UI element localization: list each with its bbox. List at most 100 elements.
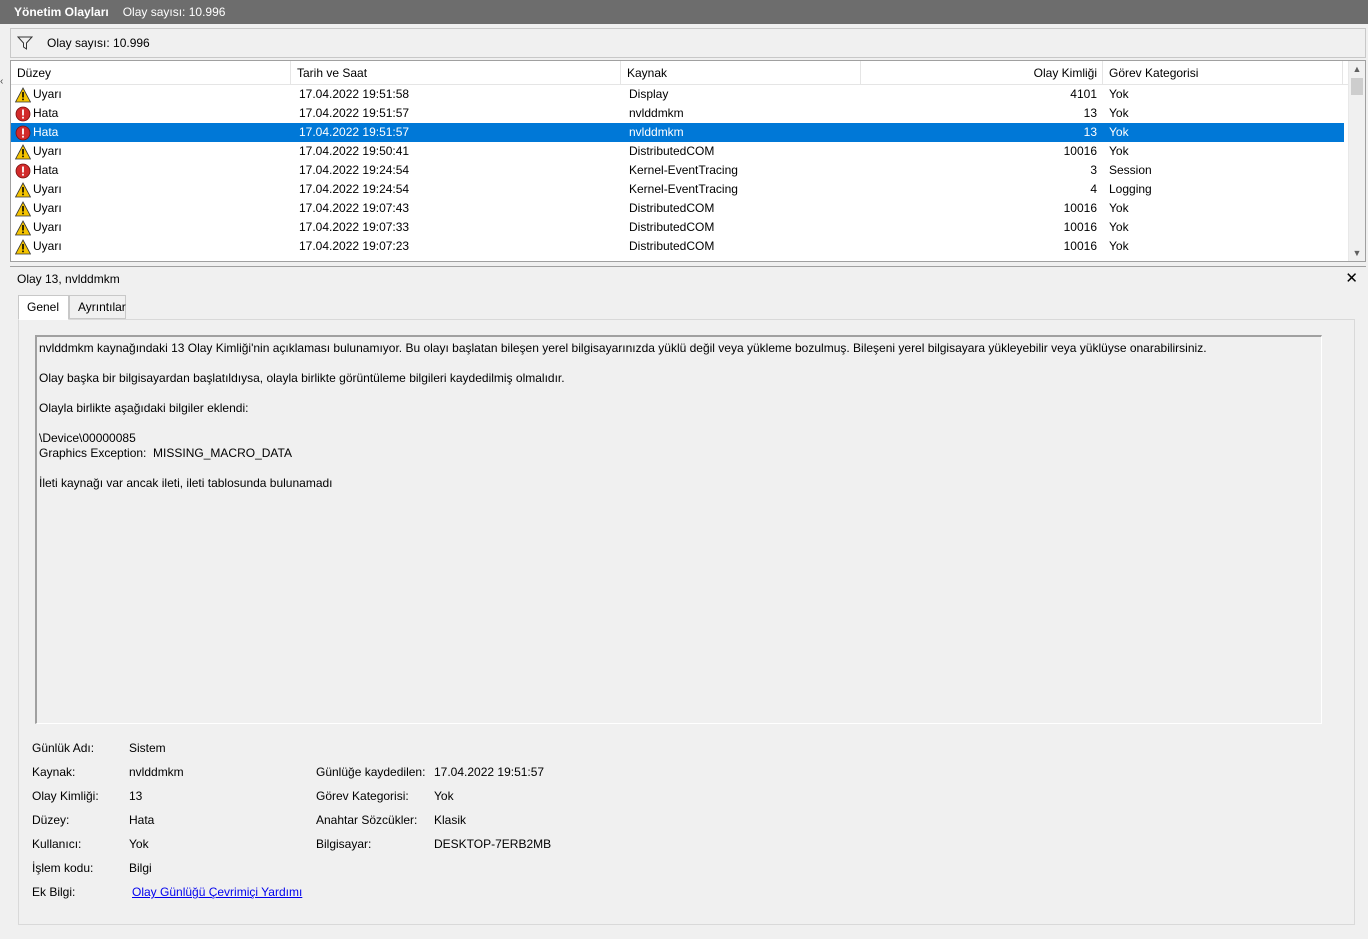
row-category: Logging <box>1109 182 1152 196</box>
warning-icon <box>15 181 33 198</box>
row-level-text: Uyarı <box>33 182 62 196</box>
titlebar: Yönetim Olayları Olay sayısı: 10.996 <box>0 0 1368 24</box>
row-level-text: Uyarı <box>33 239 62 253</box>
prop-source: nvlddmkm <box>129 765 184 779</box>
row-level-text: Hata <box>33 125 59 139</box>
list-header: Düzey Tarih ve Saat Kaynak Olay Kimliği … <box>11 61 1351 85</box>
scroll-down-icon[interactable]: ▼ <box>1349 245 1365 261</box>
warning-icon <box>15 200 33 217</box>
prop-level: Hata <box>129 813 155 827</box>
detail-header: Olay 13, nvlddmkm ✕ <box>10 266 1366 290</box>
event-message[interactable]: nvlddmkm kaynağındaki 13 Olay Kimliği'ni… <box>35 335 1322 724</box>
row-date: 17.04.2022 19:51:57 <box>299 125 410 139</box>
row-level: Hata <box>15 161 58 180</box>
filter-count: Olay sayısı: 10.996 <box>47 36 150 50</box>
row-level: Hata <box>15 104 58 123</box>
prop-label-opcode: İşlem kodu: <box>32 861 94 875</box>
prop-opcode: Bilgi <box>129 861 152 875</box>
row-level-text: Uyarı <box>33 87 62 101</box>
table-row[interactable]: Uyarı 17.04.2022 19:51:58 Display 4101 Yok <box>11 85 1344 104</box>
row-category: Yok <box>1109 106 1129 120</box>
row-category: Yok <box>1109 201 1129 215</box>
prop-label-event-id: Olay Kimliği: <box>32 789 99 803</box>
warning-icon <box>15 238 33 255</box>
prop-label-logged: Günlüğe kaydedilen: <box>316 765 426 779</box>
row-level-text: Uyarı <box>33 220 62 234</box>
row-source: DistributedCOM <box>629 220 715 234</box>
row-level: Hata <box>15 123 58 142</box>
splitter-arrow-icon[interactable]: ‹ <box>0 76 3 87</box>
error-icon <box>15 163 33 179</box>
prop-label-more-info: Ek Bilgi: <box>32 885 76 899</box>
row-event-id: 13 <box>1083 125 1097 139</box>
detail-title: Olay 13, nvlddmkm <box>17 271 120 286</box>
table-row[interactable]: Uyarı 17.04.2022 19:07:33 DistributedCOM 10… <box>11 218 1344 237</box>
column-header-event-id[interactable]: Olay Kimliği <box>861 61 1103 85</box>
list-scrollbar[interactable]: ▲ ▼ <box>1348 61 1365 261</box>
tab-details[interactable]: Ayrıntılar <box>69 295 126 319</box>
row-level: Uyarı <box>15 199 62 218</box>
prop-user: Yok <box>129 837 149 851</box>
row-event-id: 13 <box>1083 106 1097 120</box>
row-date: 17.04.2022 19:51:58 <box>299 87 410 101</box>
prop-label-keywords: Anahtar Sözcükler: <box>316 813 418 827</box>
column-header-category[interactable]: Görev Kategorisi <box>1103 61 1343 85</box>
column-header-source[interactable]: Kaynak <box>621 61 861 85</box>
table-row[interactable]: Hata 17.04.2022 19:51:57 nvlddmkm 13 Yok <box>11 123 1344 142</box>
row-level-text: Hata <box>33 163 59 177</box>
filter-icon[interactable] <box>17 36 33 50</box>
table-row[interactable]: Uyarı 17.04.2022 19:24:54 Kernel-EventTrac… <box>11 180 1344 199</box>
warning-icon <box>15 219 33 236</box>
row-date: 17.04.2022 19:24:54 <box>299 182 410 196</box>
row-event-id: 10016 <box>1063 144 1097 158</box>
table-row[interactable]: Hata 17.04.2022 19:51:57 nvlddmkm 13 Yok <box>11 104 1344 123</box>
prop-event-id: 13 <box>129 789 143 803</box>
row-date: 17.04.2022 19:24:54 <box>299 163 410 177</box>
table-row[interactable]: Uyarı 17.04.2022 19:07:23 DistributedCOM 10… <box>11 237 1344 256</box>
column-header-level[interactable]: Düzey <box>11 61 291 85</box>
more-info-link[interactable]: Olay Günlüğü Çevrimiçi Yardımı <box>132 885 302 899</box>
scroll-thumb[interactable] <box>1351 78 1363 95</box>
row-event-id: 10016 <box>1063 201 1097 215</box>
row-date: 17.04.2022 19:07:23 <box>299 239 410 253</box>
general-panel: nvlddmkm kaynağındaki 13 Olay Kimliği'ni… <box>18 319 1355 925</box>
row-date: 17.04.2022 19:07:43 <box>299 201 410 215</box>
error-icon <box>15 125 33 141</box>
row-event-id: 4101 <box>1070 87 1097 101</box>
row-source: DistributedCOM <box>629 144 715 158</box>
row-level: Uyarı <box>15 180 62 199</box>
close-icon[interactable]: ✕ <box>1345 269 1358 287</box>
row-source: Kernel-EventTracing <box>629 163 738 177</box>
row-event-id: 3 <box>1090 163 1097 177</box>
prop-log-name: Sistem <box>129 741 166 755</box>
row-event-id: 10016 <box>1063 220 1097 234</box>
row-category: Yok <box>1109 125 1129 139</box>
warning-icon <box>15 86 33 103</box>
warning-icon <box>15 143 33 160</box>
prop-keywords: Klasik <box>434 813 467 827</box>
prop-category: Yok <box>434 789 454 803</box>
row-source: Display <box>629 87 669 101</box>
table-row[interactable]: Uyarı 17.04.2022 19:07:43 DistributedCOM 10… <box>11 199 1344 218</box>
filter-bar: Olay sayısı: 10.996 <box>10 28 1366 58</box>
row-event-id: 10016 <box>1063 239 1097 253</box>
row-level: Uyarı <box>15 85 62 104</box>
row-category: Yok <box>1109 144 1129 158</box>
row-source: Kernel-EventTracing <box>629 182 738 196</box>
table-row[interactable]: Uyarı 17.04.2022 19:50:41 DistributedCOM 10… <box>11 142 1344 161</box>
column-header-date[interactable]: Tarih ve Saat <box>291 61 621 85</box>
scroll-up-icon[interactable]: ▲ <box>1349 61 1365 77</box>
prop-logged: 17.04.2022 19:51:57 <box>434 765 545 779</box>
row-category: Session <box>1109 163 1152 177</box>
event-list[interactable]: Düzey Tarih ve Saat Kaynak Olay Kimliği … <box>10 60 1366 262</box>
titlebar-title: Yönetim Olayları <box>14 5 109 19</box>
row-event-id: 4 <box>1090 182 1097 196</box>
prop-label-level: Düzey: <box>32 813 70 827</box>
prop-label-user: Kullanıcı: <box>32 837 82 851</box>
row-category: Yok <box>1109 220 1129 234</box>
tab-general[interactable]: Genel <box>18 295 69 320</box>
row-level-text: Uyarı <box>33 144 62 158</box>
row-level-text: Uyarı <box>33 201 62 215</box>
table-row[interactable]: Hata 17.04.2022 19:24:54 Kernel-EventTraci… <box>11 161 1344 180</box>
prop-label-log-name: Günlük Adı: <box>32 741 95 755</box>
